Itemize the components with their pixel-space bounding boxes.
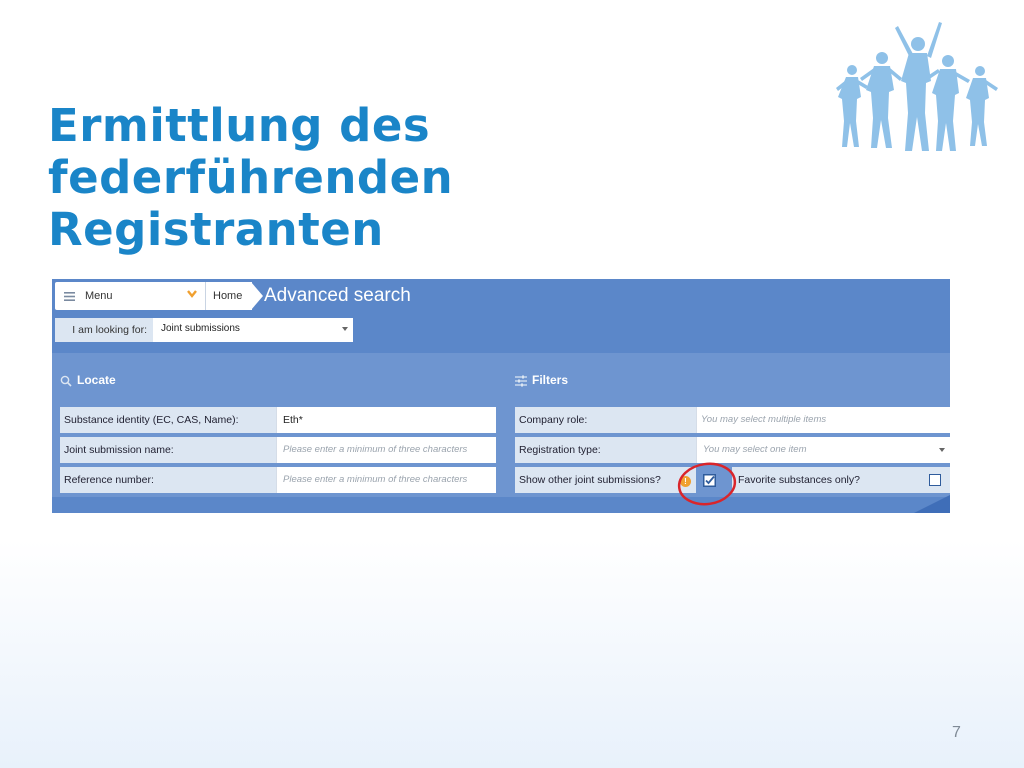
search-icon (60, 375, 72, 387)
slide-title-line-1: Ermittlung des federführenden (48, 99, 454, 204)
joint-submission-name-input[interactable]: Please enter a minimum of three characte… (276, 437, 496, 463)
breadcrumb-home[interactable]: Home (205, 282, 252, 310)
substance-identity-input[interactable]: Eth* (276, 407, 496, 433)
page-number: 7 (952, 724, 961, 741)
reference-number-label-box: Reference number: (60, 467, 276, 493)
substance-identity-label: Substance identity (EC, CAS, Name): (64, 414, 239, 426)
reference-number-input[interactable]: Please enter a minimum of three characte… (276, 467, 496, 493)
company-role-row: Company role: You may select multiple it… (515, 407, 950, 433)
page-heading: Advanced search (264, 285, 411, 306)
substance-identity-row: Substance identity (EC, CAS, Name): Eth* (60, 407, 496, 433)
chevron-down-icon (187, 290, 197, 298)
reference-number-placeholder: Please enter a minimum of three characte… (283, 474, 468, 485)
substance-identity-value: Eth* (283, 414, 303, 426)
filters-heading: Filters (532, 373, 569, 387)
registration-type-placeholder: You may select one item (703, 444, 807, 455)
reference-number-row: Reference number: Please enter a minimum… (60, 467, 496, 493)
corner-fold (914, 495, 950, 513)
looking-for-select[interactable]: I am looking for: Joint submissions (55, 318, 353, 342)
favorite-only-label: Favorite substances only? (738, 474, 860, 486)
joint-submission-name-label-box: Joint submission name: (60, 437, 276, 463)
locate-heading: Locate (77, 373, 116, 387)
advanced-search-screenshot: Menu Home Advanced search I am looking f… (52, 279, 950, 513)
filter-sliders-icon (515, 375, 527, 387)
breadcrumb-arrow-icon (251, 282, 263, 310)
looking-for-value: Joint submissions (161, 323, 240, 334)
menu-button[interactable]: Menu (55, 282, 205, 310)
company-role-label: Company role: (519, 414, 588, 426)
looking-for-label: I am looking for: (72, 324, 147, 336)
dropdown-caret-icon (342, 327, 348, 331)
looking-for-label-box: I am looking for: (55, 318, 153, 342)
hamburger-icon (64, 292, 75, 301)
reference-number-label: Reference number: (64, 474, 154, 486)
company-role-label-box: Company role: (515, 407, 696, 433)
joint-submission-name-label: Joint submission name: (64, 444, 174, 456)
menu-label: Menu (85, 290, 113, 302)
dropdown-caret-icon (939, 448, 945, 452)
slide-title: Ermittlung des federführenden Registrant… (48, 100, 828, 256)
company-role-select[interactable]: You may select multiple items (696, 407, 950, 433)
section-header-band (52, 353, 950, 405)
favorite-only-box: Favorite substances only? (732, 467, 950, 493)
registration-type-label-box: Registration type: (515, 437, 696, 463)
joint-submission-name-placeholder: Please enter a minimum of three characte… (283, 444, 468, 455)
substance-identity-label-box: Substance identity (EC, CAS, Name): (60, 407, 276, 433)
joint-submission-name-row: Joint submission name: Please enter a mi… (60, 437, 496, 463)
breadcrumb-home-label: Home (213, 290, 243, 302)
running-people-logo (836, 22, 998, 151)
slide-title-line-2: Registranten (48, 203, 384, 256)
company-role-placeholder: You may select multiple items (701, 414, 827, 425)
registration-type-label: Registration type: (519, 444, 601, 456)
highlight-circle (677, 462, 737, 506)
show-other-label-box: Show other joint submissions? (515, 467, 696, 493)
show-other-label: Show other joint submissions? (519, 474, 661, 486)
favorite-only-checkbox[interactable] (929, 474, 941, 486)
